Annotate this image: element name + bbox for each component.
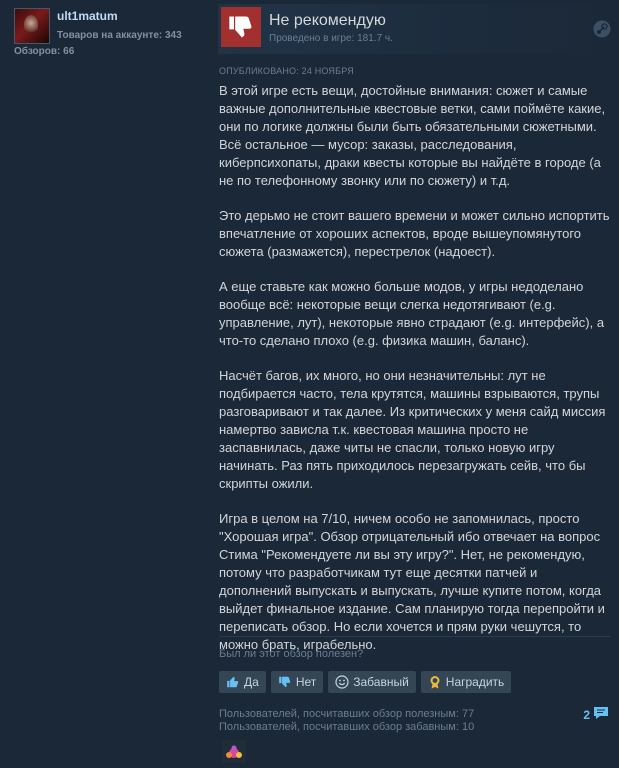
helpful-count: Пользователей, посчитавших обзор полезны… xyxy=(219,708,475,720)
vote-funny-label: Забавный xyxy=(353,675,409,689)
thumbs-down-icon xyxy=(221,7,261,47)
review-paragraph: Игра в целом на 7/10, ничем особо не зап… xyxy=(219,511,605,652)
comments-link[interactable]: 2 xyxy=(583,706,609,723)
divider xyxy=(219,636,611,637)
comment-count: 2 xyxy=(583,707,590,722)
vote-yes-label: Да xyxy=(244,675,259,689)
comment-icon xyxy=(593,706,609,723)
award-icon xyxy=(428,675,442,689)
review-text: В этой игре есть вещи, достойные внимани… xyxy=(219,82,611,671)
review-paragraph: Это дерьмо не стоит вашего времени и мож… xyxy=(219,208,610,259)
vote-no-button[interactable]: Нет xyxy=(270,671,324,693)
review-paragraph: Насчёт багов, их много, но они незначите… xyxy=(219,368,606,491)
thumbs-up-icon xyxy=(226,675,240,689)
smiley-icon xyxy=(335,675,349,689)
author-block: ult1matum Товаров на аккаунте: 343 Обзор… xyxy=(0,0,205,60)
helpful-question: Был ли этот обзор полезен? xyxy=(219,648,364,660)
vote-no-label: Нет xyxy=(295,675,317,689)
steam-icon xyxy=(593,20,611,38)
thumbs-down-icon xyxy=(278,675,292,689)
vote-controls: Да Нет Забавный Наградить xyxy=(219,671,512,693)
author-products-count[interactable]: Товаров на аккаунте: 343 xyxy=(57,30,182,41)
review-stats: Пользователей, посчитавших обзор полезны… xyxy=(219,708,474,734)
review-header[interactable]: Не рекомендую Проведено в игре: 181.7 ч. xyxy=(218,4,619,54)
received-award-icon[interactable] xyxy=(222,740,246,763)
award-label: Наградить xyxy=(445,675,505,689)
funny-count: Пользователей, посчитавших обзор забавны… xyxy=(219,721,475,733)
author-avatar[interactable] xyxy=(14,8,50,44)
author-reviews-count[interactable]: Обзоров: 66 xyxy=(14,46,74,57)
review-paragraph: А еще ставьте как можно больше модов, у … xyxy=(219,279,605,348)
playtime: Проведено в игре: 181.7 ч. xyxy=(269,33,393,44)
author-name[interactable]: ult1matum xyxy=(57,9,118,23)
vote-funny-button[interactable]: Забавный xyxy=(328,671,416,693)
award-button[interactable]: Наградить xyxy=(420,671,512,693)
review-rating: Не рекомендую xyxy=(269,12,386,29)
posted-date: Опубликовано: 24 ноября xyxy=(219,66,354,76)
review-paragraph: В этой игре есть вещи, достойные внимани… xyxy=(219,83,606,188)
vote-yes-button[interactable]: Да xyxy=(219,671,266,693)
